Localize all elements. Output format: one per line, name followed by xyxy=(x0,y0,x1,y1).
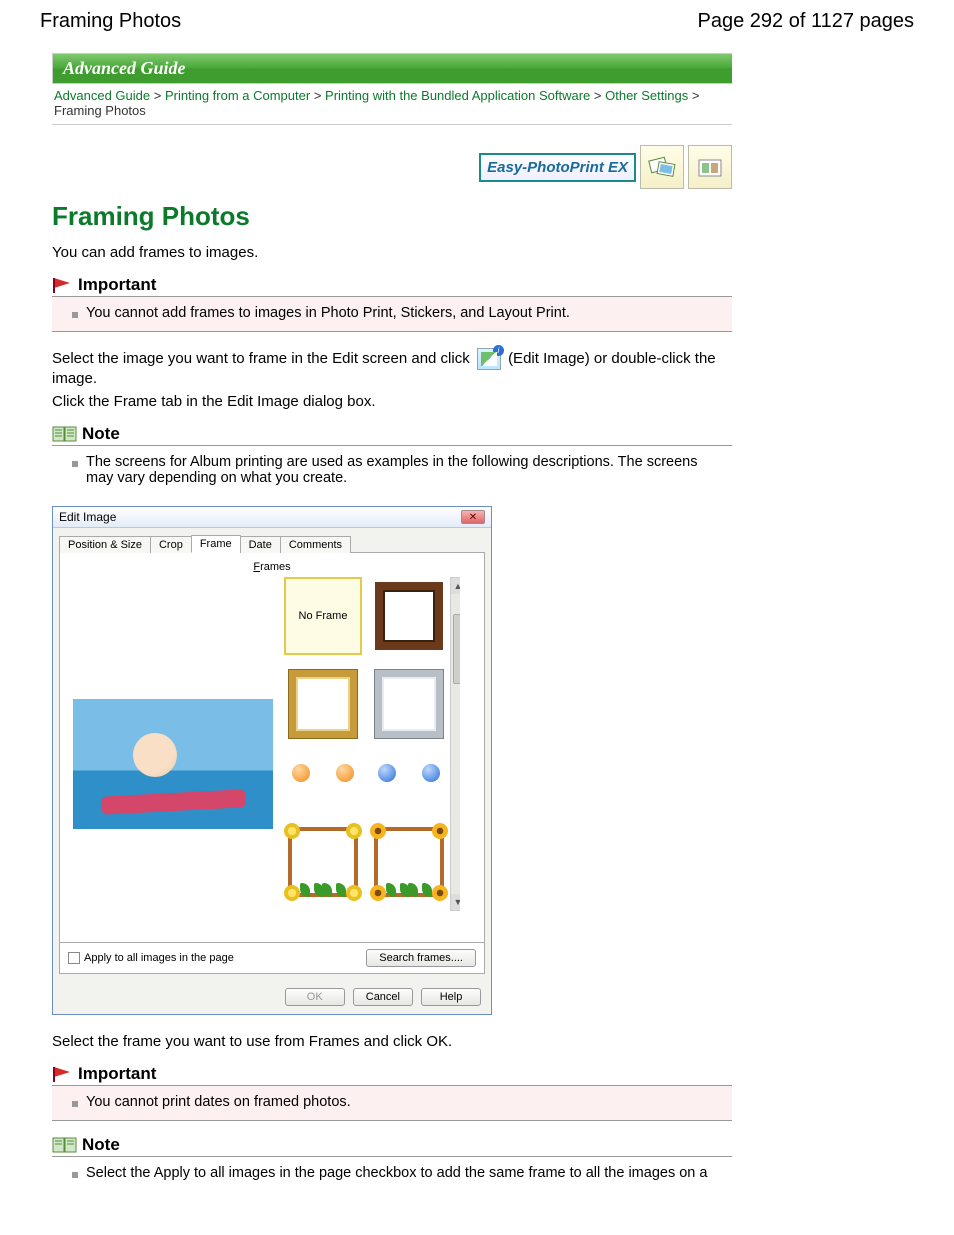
important-item: You cannot print dates on framed photos. xyxy=(72,1094,728,1110)
breadcrumb-link[interactable]: Printing from a Computer xyxy=(165,88,310,103)
breadcrumb-link[interactable]: Advanced Guide xyxy=(54,88,150,103)
frame-option-flower-a[interactable] xyxy=(284,823,362,901)
tab-frame[interactable]: Frame xyxy=(191,535,241,553)
frame-option-flower-b[interactable] xyxy=(370,823,448,901)
tab-date[interactable]: Date xyxy=(240,536,281,553)
breadcrumb-link[interactable]: Printing with the Bundled Application So… xyxy=(325,88,590,103)
intro-text: You can add frames to images. xyxy=(52,244,732,261)
edit-image-dialog: Edit Image ✕ Position & Size Crop Frame … xyxy=(52,506,492,1015)
breadcrumb-current: Framing Photos xyxy=(54,103,146,118)
tabs: Position & Size Crop Frame Date Comments xyxy=(59,534,485,553)
note-item: The screens for Album printing are used … xyxy=(72,454,728,486)
important-body: You cannot add frames to images in Photo… xyxy=(52,297,732,332)
frame-option-none[interactable]: No Frame xyxy=(284,577,362,655)
breadcrumb-sep: > xyxy=(594,88,602,103)
app-name-badge: Easy-PhotoPrint EX xyxy=(479,153,636,182)
frame-grid: No Frame xyxy=(284,577,476,911)
cancel-button[interactable]: Cancel xyxy=(353,988,413,1006)
help-button[interactable]: Help xyxy=(421,988,481,1006)
preview-image xyxy=(73,699,273,829)
page-title: Framing Photos xyxy=(40,10,181,33)
note-label: Note xyxy=(82,424,120,444)
tab-crop[interactable]: Crop xyxy=(150,536,192,553)
note-item: Select the Apply to all images in the pa… xyxy=(72,1165,728,1181)
step-text: Select the image you want to frame in th… xyxy=(52,348,732,387)
breadcrumb: Advanced Guide > Printing from a Compute… xyxy=(52,84,732,125)
frame-option-gold[interactable] xyxy=(284,665,362,743)
important-label: Important xyxy=(78,1064,156,1084)
frame-option-wood[interactable] xyxy=(370,577,448,655)
breadcrumb-sep: > xyxy=(692,88,700,103)
note-body: Select the Apply to all images in the pa… xyxy=(52,1157,732,1191)
close-icon[interactable]: ✕ xyxy=(461,510,485,524)
important-label: Important xyxy=(78,275,156,295)
apply-all-checkbox[interactable]: Apply to all images in the page xyxy=(68,952,234,964)
no-frame-label: No Frame xyxy=(299,610,348,622)
album-icon[interactable] xyxy=(688,145,732,189)
note-icon xyxy=(52,425,78,443)
important-item: You cannot add frames to images in Photo… xyxy=(72,305,728,321)
frame-option-pins-blue[interactable] xyxy=(370,753,448,793)
breadcrumb-link[interactable]: Other Settings xyxy=(605,88,688,103)
note-body: The screens for Album printing are used … xyxy=(52,446,732,496)
important-body: You cannot print dates on framed photos. xyxy=(52,1086,732,1121)
note-icon xyxy=(52,1136,78,1154)
scroll-down-icon[interactable]: ▼ xyxy=(451,894,465,910)
scrollbar[interactable]: ▲ ▼ xyxy=(450,577,466,911)
scroll-up-icon[interactable]: ▲ xyxy=(451,578,465,594)
search-frames-button[interactable]: Search frames.... xyxy=(366,949,476,967)
step-text-pre: Select the image you want to frame in th… xyxy=(52,350,474,367)
important-flag-icon xyxy=(52,276,74,294)
step-text: Select the frame you want to use from Fr… xyxy=(52,1033,732,1050)
guide-banner: Advanced Guide xyxy=(52,53,732,84)
scroll-thumb[interactable] xyxy=(453,614,463,684)
important-flag-icon xyxy=(52,1065,74,1083)
photos-icon[interactable] xyxy=(640,145,684,189)
frame-option-pins-orange[interactable] xyxy=(284,753,362,793)
tab-comments[interactable]: Comments xyxy=(280,536,351,553)
apply-all-label: Apply to all images in the page xyxy=(84,952,234,964)
breadcrumb-sep: > xyxy=(314,88,322,103)
edit-image-icon: i xyxy=(477,348,501,370)
note-label: Note xyxy=(82,1135,120,1155)
dialog-title: Edit Image xyxy=(59,510,116,524)
frame-preview xyxy=(68,577,278,911)
frames-label: Frames xyxy=(68,561,476,573)
page-number: Page 292 of 1127 pages xyxy=(698,10,914,33)
topic-title: Framing Photos xyxy=(52,201,732,232)
ok-button[interactable]: OK xyxy=(285,988,345,1006)
breadcrumb-sep: > xyxy=(154,88,162,103)
checkbox-icon xyxy=(68,952,80,964)
tab-position-size[interactable]: Position & Size xyxy=(59,536,151,553)
frame-option-silver[interactable] xyxy=(370,665,448,743)
step-text: Click the Frame tab in the Edit Image di… xyxy=(52,393,732,410)
